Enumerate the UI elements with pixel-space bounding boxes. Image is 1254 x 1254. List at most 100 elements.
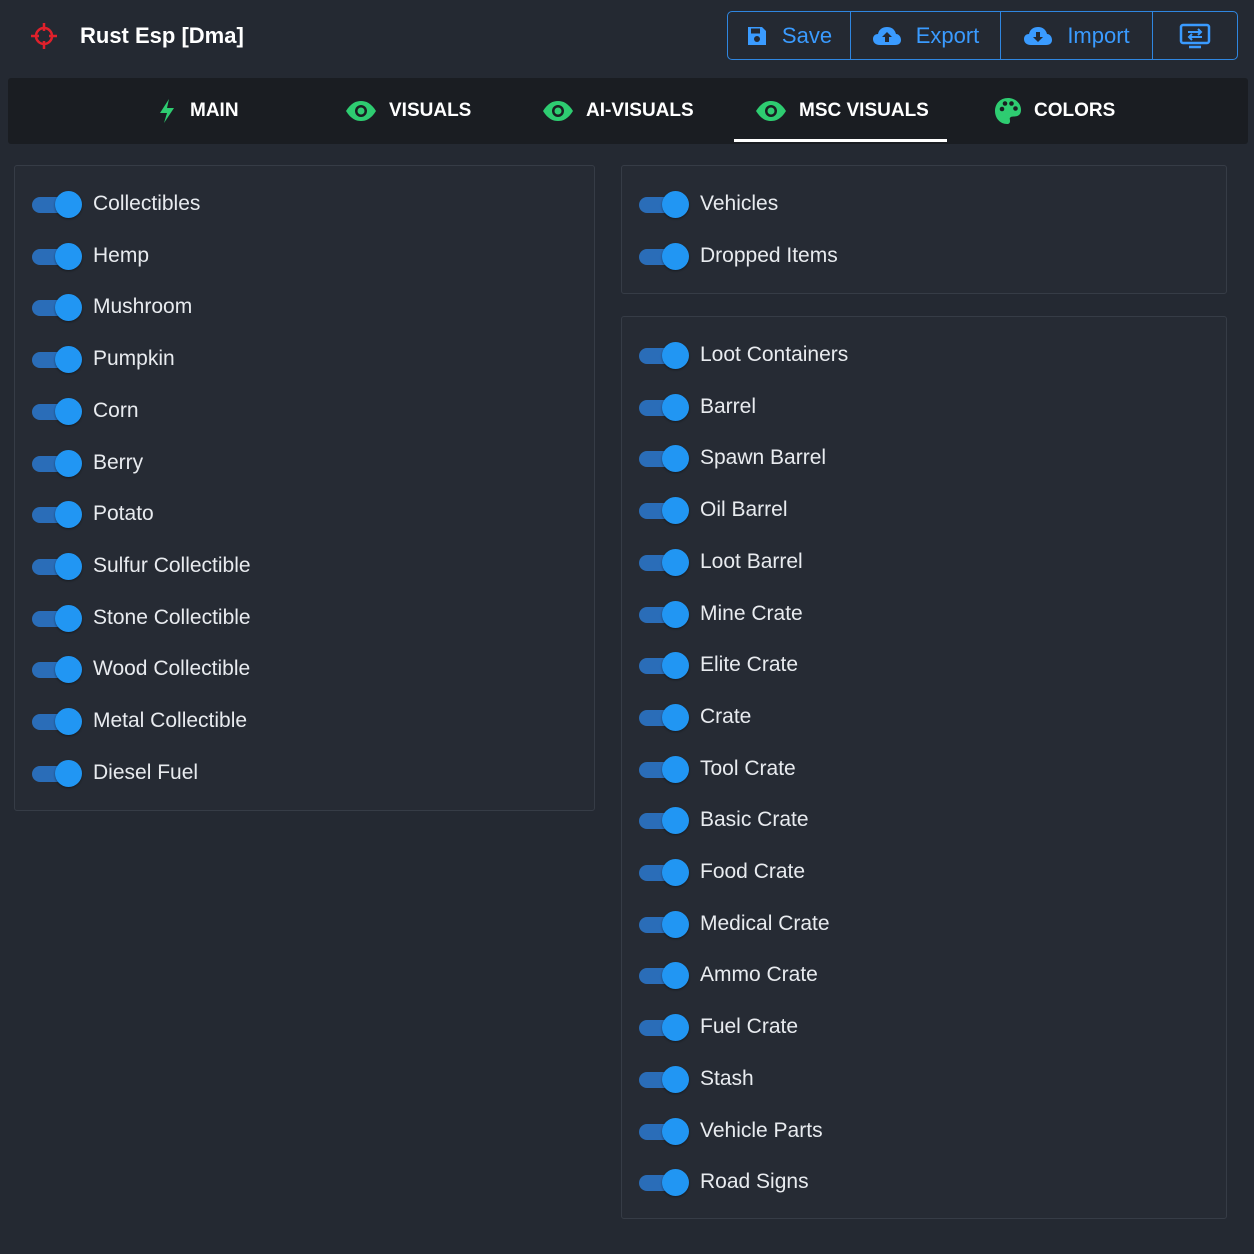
toggle-label: Crate [700, 704, 752, 728]
toggle-switch[interactable] [638, 856, 690, 888]
toggle-switch[interactable] [31, 653, 83, 685]
tab-msc-visuals[interactable]: MSC VISUALS [734, 78, 947, 144]
header: Rust Esp [Dma] Save Export Import [0, 0, 1254, 72]
toggle-knob [662, 1014, 689, 1042]
toggle-switch[interactable] [638, 546, 690, 578]
toggle-knob [662, 1117, 689, 1145]
toolbar: Save Export Import [727, 11, 1238, 60]
crosshair-icon [31, 23, 57, 49]
toggle-switch[interactable] [638, 391, 690, 423]
toggle-switch[interactable] [638, 701, 690, 733]
toggle-switch[interactable] [31, 291, 83, 323]
toggle-switch[interactable] [638, 959, 690, 991]
toggle-switch[interactable] [638, 753, 690, 785]
toggle-label: Fuel Crate [700, 1015, 799, 1039]
toggle-knob [662, 1169, 689, 1197]
toggle-row: Elite Crate [638, 645, 798, 685]
toggle-switch[interactable] [31, 395, 83, 427]
toggle-knob [662, 755, 689, 783]
tab-colors[interactable]: COLORS [994, 78, 1115, 144]
toggle-switch[interactable] [638, 649, 690, 681]
toggle-label: Berry [93, 450, 144, 474]
toggle-row: Mushroom [31, 287, 192, 327]
toggle-row: Vehicle Parts [638, 1111, 823, 1151]
toggle-row: Mine Crate [638, 594, 803, 634]
toggle-knob [662, 393, 689, 421]
toggle-label: Vehicles [700, 192, 779, 215]
tab-visuals[interactable]: VISUALS [345, 78, 471, 144]
toggle-row: Diesel Fuel [31, 753, 198, 793]
toggle-switch[interactable] [638, 908, 690, 940]
toggle-switch[interactable] [638, 804, 690, 836]
export-button[interactable]: Export [851, 12, 1001, 59]
toggle-label: Mushroom [93, 295, 193, 319]
tab-main-label: MAIN [190, 100, 239, 121]
toggle-switch[interactable] [31, 447, 83, 479]
toggle-switch[interactable] [31, 602, 83, 634]
toggle-label: Basic Crate [700, 808, 809, 832]
toggle-switch[interactable] [31, 757, 83, 789]
toggle-label: Mine Crate [700, 601, 803, 625]
import-button[interactable]: Import [1001, 12, 1153, 59]
toggle-switch[interactable] [31, 498, 83, 530]
toggle-switch[interactable] [638, 1115, 690, 1147]
toggle-label: Barrel [700, 394, 757, 418]
toggle-label: Potato [93, 502, 154, 526]
eye-icon [756, 101, 786, 121]
toggle-row: Pumpkin [31, 339, 175, 379]
toggle-switch[interactable] [31, 343, 83, 375]
toggle-switch[interactable] [31, 705, 83, 737]
toggle-switch[interactable] [638, 1166, 690, 1198]
toggle-switch[interactable] [638, 240, 690, 272]
monitor-sync-button[interactable] [1153, 12, 1237, 59]
toggle-label: Loot Barrel [700, 549, 803, 573]
toggle-switch[interactable] [31, 240, 83, 272]
toggle-label: Collectibles [93, 192, 201, 215]
toggle-knob [55, 191, 82, 218]
toggle-switch[interactable] [638, 598, 690, 630]
toggle-row: Potato [31, 494, 154, 534]
app-title: Rust Esp [Dma] [80, 23, 244, 48]
toggle-label: Tool Crate [700, 756, 796, 780]
tab-ai-visuals[interactable]: AI-VISUALS [542, 78, 694, 144]
export-label: Export [915, 22, 980, 48]
save-button[interactable]: Save [728, 12, 851, 59]
toggle-row: Basic Crate [638, 800, 809, 840]
toggle-label: Corn [93, 398, 139, 422]
tab-colors-label: COLORS [1034, 100, 1116, 121]
toggle-row: Medical Crate [638, 904, 830, 944]
tab-visuals-label: VISUALS [389, 100, 472, 121]
eye-icon [543, 101, 573, 121]
toggle-row: Tool Crate [638, 749, 796, 789]
toggle-row: Fuel Crate [638, 1007, 798, 1047]
toggle-switch[interactable] [638, 442, 690, 474]
toggle-switch[interactable] [638, 494, 690, 526]
toggle-knob [662, 703, 689, 731]
toggle-knob [55, 501, 82, 529]
save-label: Save [781, 22, 833, 48]
toggle-knob [662, 600, 689, 628]
toggle-switch[interactable] [31, 550, 83, 582]
toggle-label: Oil Barrel [700, 498, 788, 522]
toggle-knob [55, 552, 82, 580]
tab-msc-visuals-label: MSC VISUALS [799, 100, 929, 121]
toggle-knob [662, 1065, 689, 1093]
toggle-knob [55, 759, 82, 787]
tab-main[interactable]: MAIN [156, 78, 239, 144]
toggle-label: Spawn Barrel [700, 446, 827, 470]
toggle-switch[interactable] [638, 1011, 690, 1043]
toggle-row: Stash [638, 1059, 754, 1099]
toggle-label: Pumpkin [93, 347, 175, 371]
toggle-switch[interactable] [638, 339, 690, 371]
toggle-label: Elite Crate [700, 653, 799, 677]
toggle-switch[interactable] [638, 188, 690, 220]
toggle-switch[interactable] [31, 188, 83, 220]
toggle-knob [662, 342, 689, 369]
toggle-switch[interactable] [638, 1063, 690, 1095]
toggle-label: Wood Collectible [93, 657, 251, 681]
toggle-label: Stash [700, 1066, 754, 1090]
toggle-knob [662, 445, 689, 473]
toggle-row: Vehicles [638, 184, 778, 224]
toggle-row: Oil Barrel [638, 490, 788, 530]
toggle-row: Food Crate [638, 852, 805, 892]
